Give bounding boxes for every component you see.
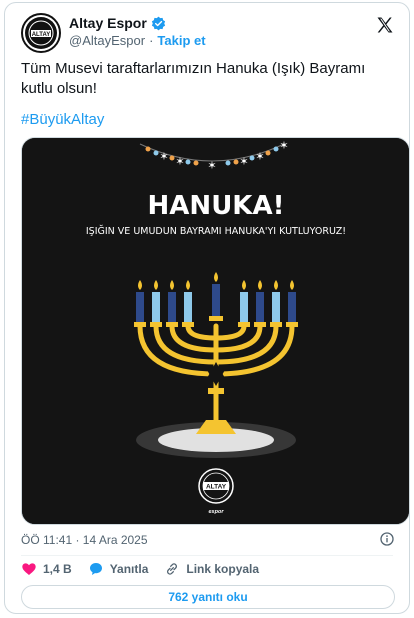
banner-title: HANUKA!	[148, 191, 285, 221]
reply-bubble-icon	[89, 563, 102, 575]
tweet-text: Tüm Musevi taraftarlarımızın Hanuka (Işı…	[21, 60, 366, 97]
tweet-card: ALTAY Altay Espor @AltayEspor · Takip et…	[4, 2, 410, 614]
svg-text:✶: ✶	[279, 140, 288, 152]
svg-text:✶: ✶	[239, 156, 248, 168]
action-bar: 1,4 B Yanıtla Link kopyala	[21, 561, 259, 577]
separator-dot: ·	[149, 33, 154, 48]
copy-link-button[interactable]: Link kopyala	[164, 561, 259, 577]
x-logo-icon[interactable]	[375, 15, 395, 35]
svg-text:ALTAY: ALTAY	[32, 32, 51, 38]
reply-button[interactable]: Yanıtla	[88, 561, 149, 577]
name-row: Altay Espor	[69, 15, 166, 31]
link-icon	[167, 563, 178, 575]
display-name[interactable]: Altay Espor	[69, 15, 147, 31]
svg-text:espor: espor	[209, 509, 225, 515]
copy-link-label: Link kopyala	[186, 562, 260, 576]
svg-text:ALTAY: ALTAY	[206, 484, 227, 491]
tweet-image[interactable]: ✶ ✶ ✶ ✶ ✶ ✶ HANUKA! IŞIĞIN VE UMUDUN BAY…	[21, 137, 410, 525]
account-handle[interactable]: @AltayEspor	[69, 33, 145, 48]
like-count: 1,4 B	[43, 562, 72, 576]
heart-icon	[22, 563, 36, 575]
hanuka-banner: ✶ ✶ ✶ ✶ ✶ ✶ HANUKA! IŞIĞIN VE UMUDUN BAY…	[22, 138, 409, 524]
banner-subtitle: IŞIĞIN VE UMUDUN BAYRAMI HANUKA'YI KUTLU…	[86, 225, 346, 237]
svg-text:✶: ✶	[207, 160, 216, 172]
svg-text:✶: ✶	[255, 151, 264, 163]
verified-badge-icon	[151, 16, 165, 30]
svg-text:✶: ✶	[175, 156, 184, 168]
info-icon[interactable]	[379, 531, 395, 547]
read-replies-button[interactable]: 762 yanıtı oku	[21, 585, 395, 609]
altay-logo-icon: ALTAY	[25, 17, 57, 49]
tweet-timestamp[interactable]: ÖÖ 11:41 · 14 Ara 2025	[21, 533, 148, 547]
svg-text:✶: ✶	[159, 151, 168, 163]
reply-label: Yanıtla	[109, 562, 149, 576]
like-button[interactable]: 1,4 B	[21, 561, 72, 577]
follow-button[interactable]: Takip et	[157, 33, 205, 48]
handle-row: @AltayEspor · Takip et	[69, 33, 206, 48]
avatar[interactable]: ALTAY	[21, 13, 61, 53]
hashtag-link[interactable]: #BüyükAltay	[21, 111, 104, 128]
divider	[21, 555, 393, 556]
